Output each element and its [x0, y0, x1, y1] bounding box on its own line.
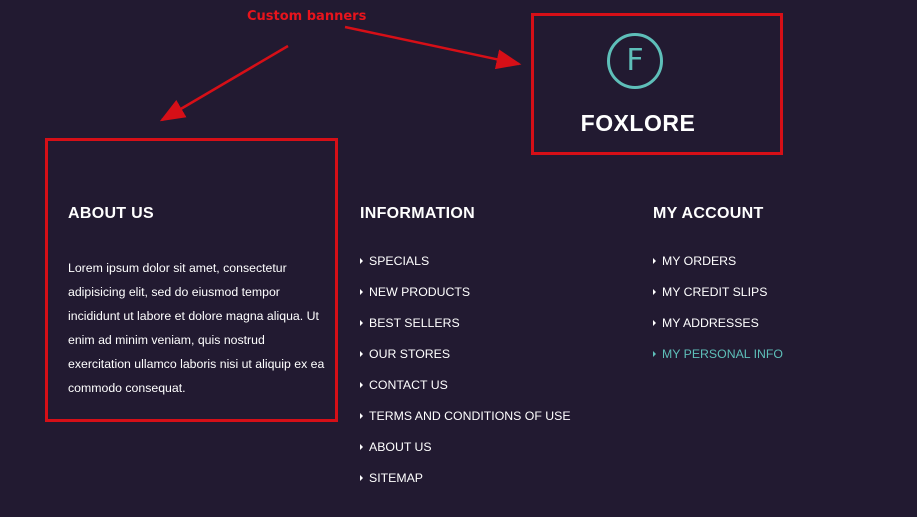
- account-title: MY ACCOUNT: [653, 205, 764, 222]
- account-link-label: MY ORDERS: [662, 254, 737, 268]
- footer-link-about-us[interactable]: ABOUT US: [360, 437, 571, 468]
- information-links: SPECIALS NEW PRODUCTS BEST SELLERS OUR S…: [360, 251, 571, 499]
- caret-right-icon: [653, 258, 656, 264]
- footer-link-best-sellers[interactable]: BEST SELLERS: [360, 313, 571, 344]
- caret-right-icon: [653, 289, 656, 295]
- footer-link-label: SITEMAP: [369, 471, 423, 485]
- account-link-label: MY CREDIT SLIPS: [662, 285, 768, 299]
- information-title: INFORMATION: [360, 205, 475, 222]
- account-link-label: MY PERSONAL INFO: [662, 347, 783, 361]
- account-link-my-orders[interactable]: MY ORDERS: [653, 251, 783, 282]
- footer-link-our-stores[interactable]: OUR STORES: [360, 344, 571, 375]
- account-link-label: MY ADDRESSES: [662, 316, 759, 330]
- caret-right-icon: [653, 351, 656, 357]
- arrow-to-logo-banner: [344, 25, 522, 70]
- footer-link-terms[interactable]: TERMS AND CONDITIONS OF USE: [360, 406, 571, 437]
- caret-right-icon: [360, 382, 363, 388]
- footer-link-new-products[interactable]: NEW PRODUCTS: [360, 282, 571, 313]
- footer-link-contact-us[interactable]: CONTACT US: [360, 375, 571, 406]
- footer-link-label: BEST SELLERS: [369, 316, 460, 330]
- account-link-addresses[interactable]: MY ADDRESSES: [653, 313, 783, 344]
- footer-link-specials[interactable]: SPECIALS: [360, 251, 571, 282]
- footer-link-label: ABOUT US: [369, 440, 432, 454]
- account-links: MY ORDERS MY CREDIT SLIPS MY ADDRESSES M…: [653, 251, 783, 375]
- caret-right-icon: [360, 475, 363, 481]
- footer-link-label: OUR STORES: [369, 347, 451, 361]
- logo-name[interactable]: FOXLORE: [531, 110, 745, 137]
- arrow-to-about-banner: [159, 44, 289, 122]
- logo-icon[interactable]: F: [607, 33, 663, 89]
- account-link-personal-info[interactable]: MY PERSONAL INFO: [653, 344, 783, 375]
- footer-link-label: TERMS AND CONDITIONS OF USE: [369, 409, 571, 423]
- about-text: Lorem ipsum dolor sit amet, consectetur …: [68, 261, 325, 395]
- account-link-credit-slips[interactable]: MY CREDIT SLIPS: [653, 282, 783, 313]
- caret-right-icon: [360, 320, 363, 326]
- footer-link-label: NEW PRODUCTS: [369, 285, 471, 299]
- footer-link-label: SPECIALS: [369, 254, 430, 268]
- caret-right-icon: [360, 351, 363, 357]
- caret-right-icon: [360, 444, 363, 450]
- caret-right-icon: [360, 258, 363, 264]
- caret-right-icon: [360, 289, 363, 295]
- footer-link-label: CONTACT US: [369, 378, 448, 392]
- about-title: ABOUT US: [68, 205, 154, 222]
- caret-right-icon: [653, 320, 656, 326]
- caret-right-icon: [360, 413, 363, 419]
- footer-link-sitemap[interactable]: SITEMAP: [360, 468, 571, 499]
